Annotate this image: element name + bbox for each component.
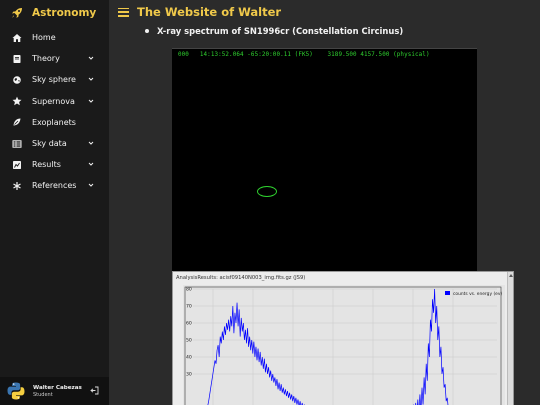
top-bar: The Website of Walter [109,0,540,24]
asterisk-icon [12,181,22,191]
python-logo-icon [7,382,25,400]
sidebar: Astronomy Home Theory Sky sphere Superno… [0,0,109,405]
y-tick-label: 80 [186,287,192,293]
y-tick-label: 60 [186,321,192,327]
legend: counts vs. energy (ev) [445,291,502,297]
js9-image-display[interactable]: 000 14:13:52.064 -65:20:00.11 (FK5) 3189… [172,48,477,271]
sidebar-item-exoplanets[interactable]: Exoplanets [0,112,109,133]
plot-background [183,285,505,405]
globe-icon [12,75,22,85]
sidebar-item-supernova[interactable]: Supernova [0,91,109,112]
sidebar-item-label: Sky sphere [32,75,76,85]
user-role: Student [33,391,53,398]
section-heading: X-ray spectrum of SN1996cr (Constellatio… [145,26,403,36]
user-info: Walter Cabezas Student [33,384,82,399]
sidebar-item-label: Supernova [32,96,75,106]
plot-window-title: AnalysisResults: acisf09140N003_img.fits… [176,275,306,281]
sidebar-item-results[interactable]: Results [0,154,109,175]
sidebar-item-label: Home [32,33,56,43]
logout-icon[interactable] [90,386,99,395]
user-panel: Walter Cabezas Student [0,377,109,405]
spectrum-plot: 80 70 60 50 40 30 counts vs. energy (ev) [183,285,505,405]
section-heading-text: X-ray spectrum of SN1996cr (Constellatio… [157,26,404,36]
sidebar-item-label: Theory [32,54,60,64]
y-tick-label: 70 [186,304,192,310]
bullet-icon [145,29,149,33]
sidebar-item-references[interactable]: References [0,175,109,196]
y-tick-label: 40 [186,355,192,361]
book-icon [12,54,22,64]
main-content: X-ray spectrum of SN1996cr (Constellatio… [109,24,540,405]
sidebar-item-label: References [32,181,77,191]
rocket-icon [12,8,22,18]
coordinate-readout: 000 14:13:52.064 -65:20:00.11 (FK5) 3189… [178,52,430,58]
legend-label: counts vs. energy (ev) [453,291,502,297]
sidebar-item-home[interactable]: Home [0,27,109,48]
hamburger-menu-icon[interactable] [118,7,129,18]
brand[interactable]: Astronomy [0,0,109,26]
chart-icon [12,160,22,170]
legend-swatch [445,291,450,295]
sidebar-nav: Home Theory Sky sphere Supernova Exoplan… [0,27,109,197]
brand-title: Astronomy [32,7,97,19]
chevron-down-icon [88,78,94,82]
sidebar-item-label: Sky data [32,139,67,149]
table-icon [12,139,22,149]
planet-icon [12,117,22,127]
sidebar-item-sky-data[interactable]: Sky data [0,133,109,154]
analysis-plot-window[interactable]: AnalysisResults: acisf09140N003_img.fits… [172,271,514,405]
star-icon [12,96,22,106]
user-name: Walter Cabezas [33,384,82,391]
home-icon [12,33,22,43]
sidebar-item-sky-sphere[interactable]: Sky sphere [0,69,109,90]
circle-region[interactable] [257,186,277,197]
y-tick-label: 30 [186,372,192,378]
chevron-down-icon [88,162,94,166]
sidebar-item-label: Exoplanets [32,117,76,127]
plot-scrollbar[interactable] [507,272,513,405]
page-title: The Website of Walter [137,5,282,19]
y-tick-label: 50 [186,338,192,344]
sidebar-item-theory[interactable]: Theory [0,48,109,69]
chevron-down-icon [88,183,94,188]
chevron-down-icon [88,99,94,103]
sidebar-item-label: Results [32,160,61,170]
chevron-down-icon [88,56,94,60]
chevron-down-icon [88,141,94,145]
